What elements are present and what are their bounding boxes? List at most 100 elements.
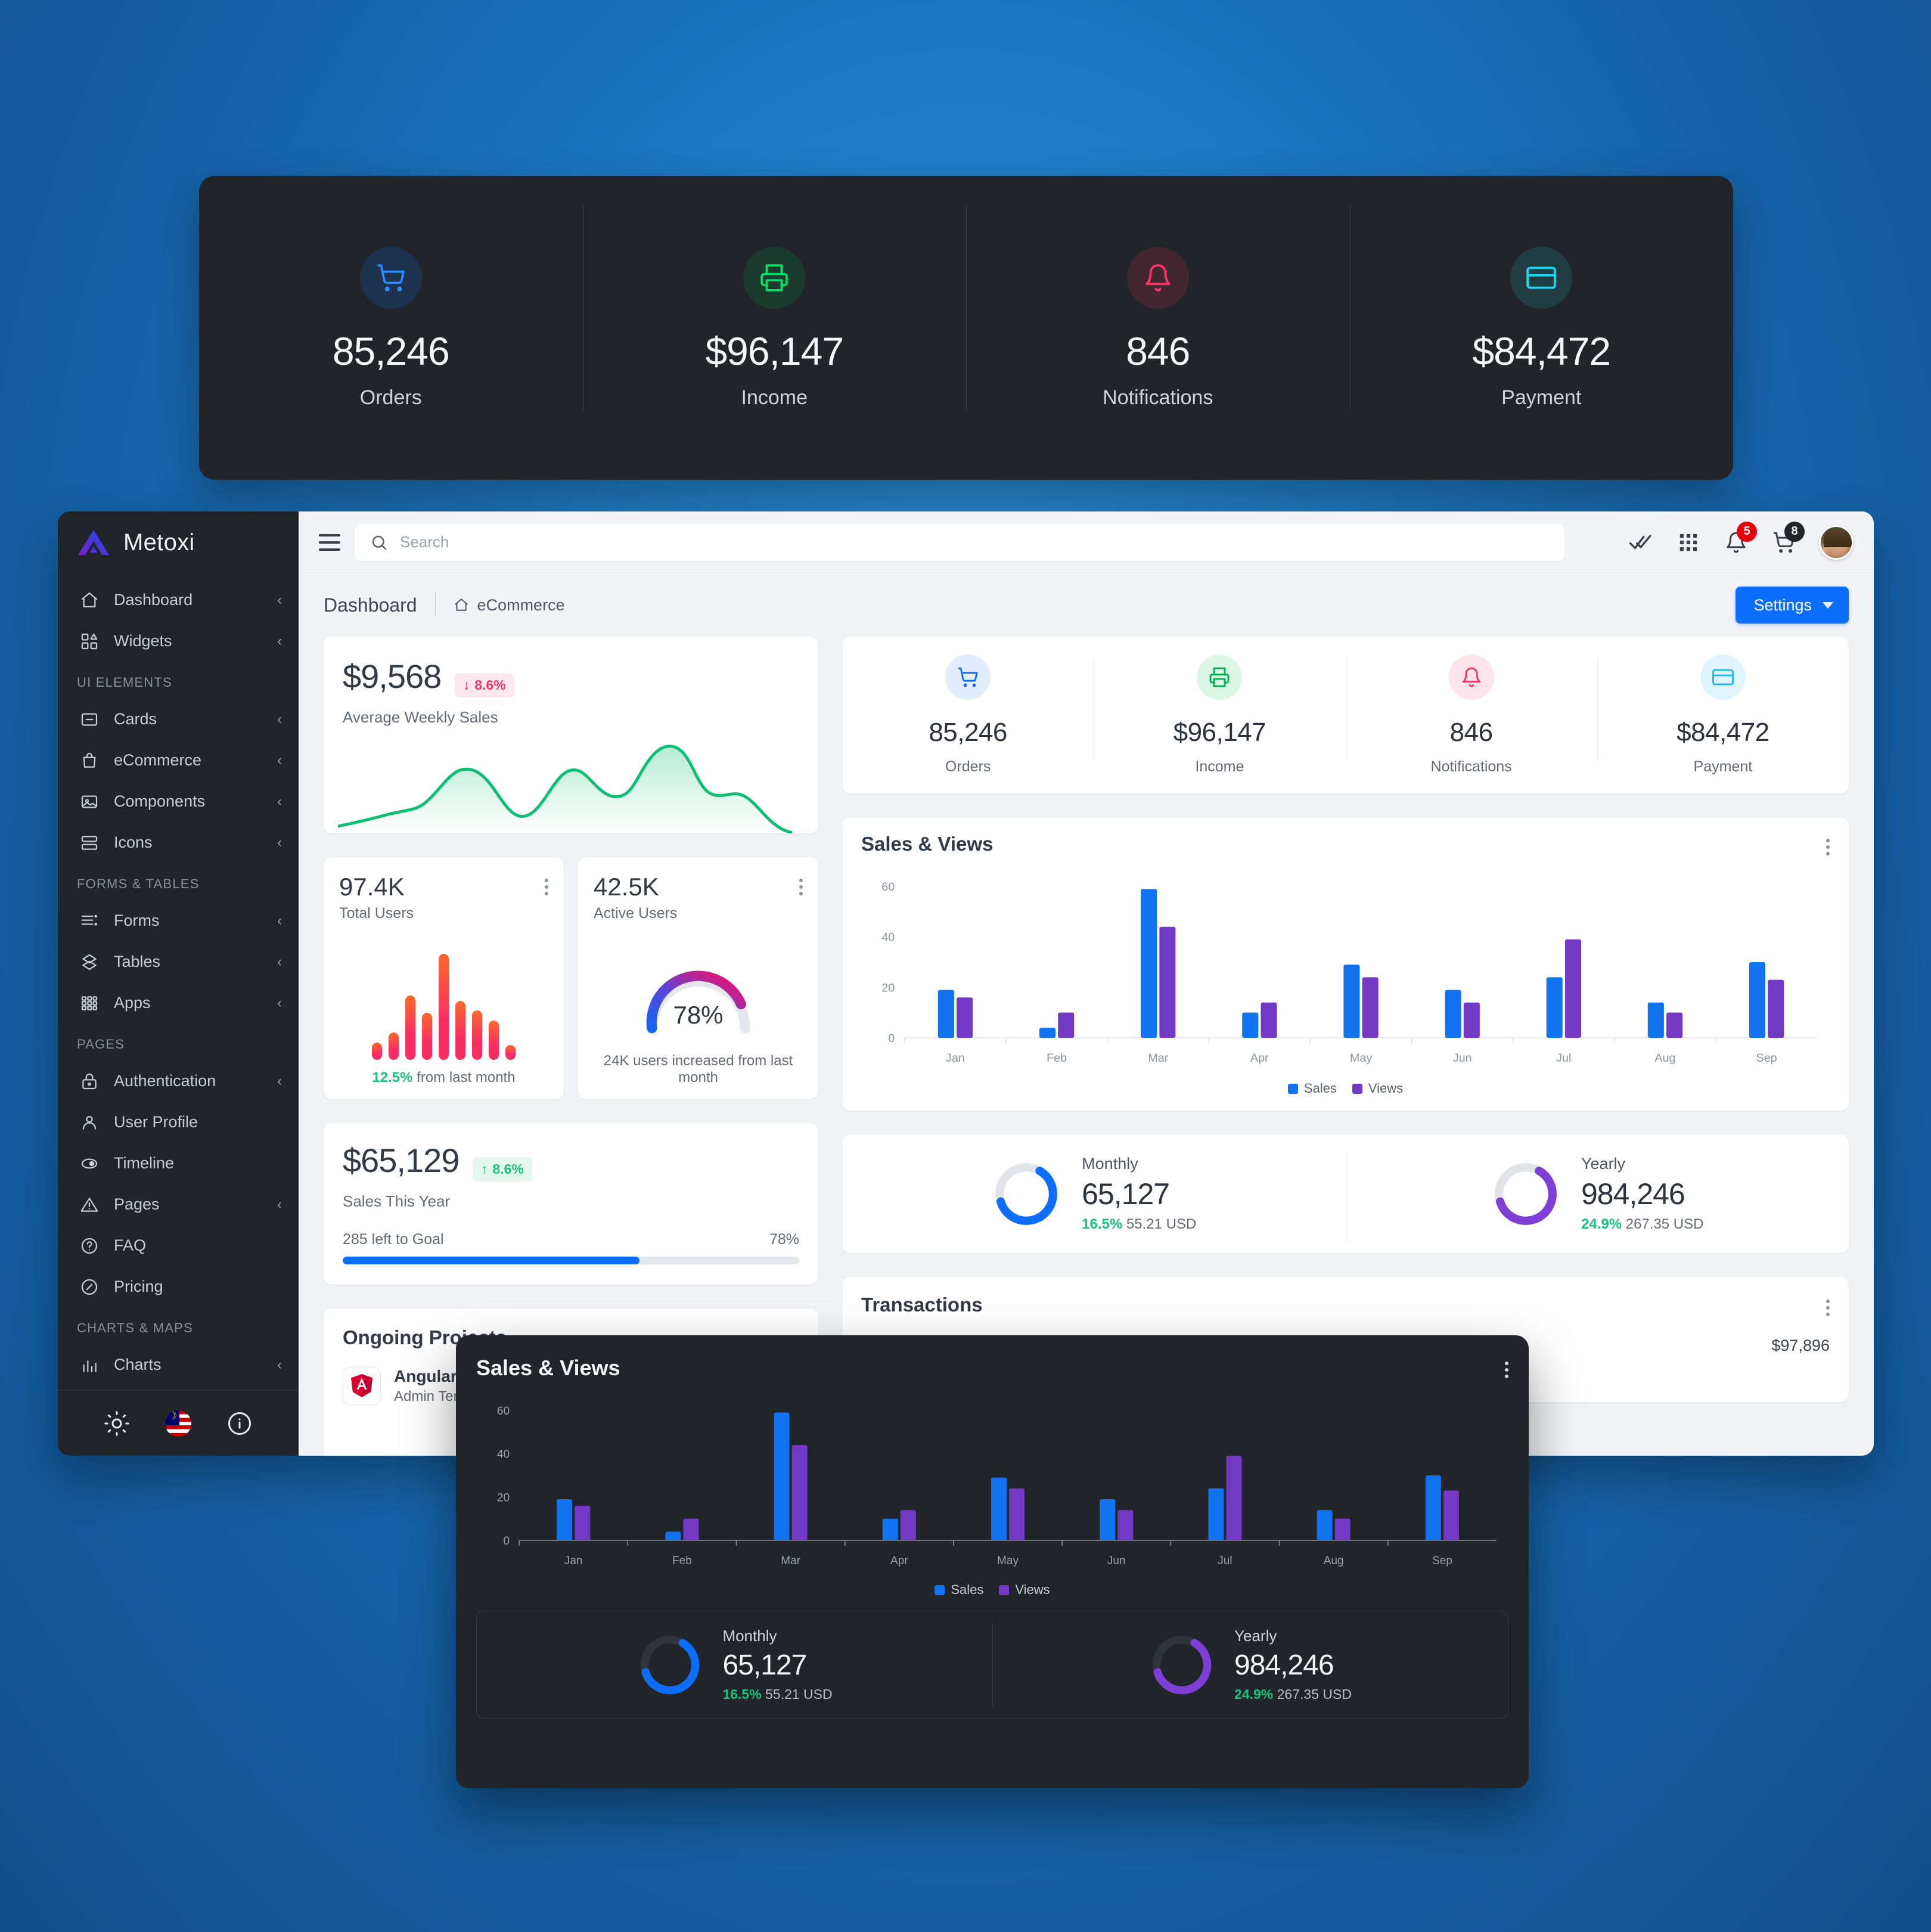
svg-text:Feb: Feb [672,1555,692,1567]
home-icon [78,589,101,612]
bag-icon [78,749,101,772]
printer-icon [1197,655,1243,700]
breadcrumb-divider [434,593,436,618]
breadcrumb-item-ecommerce[interactable]: eCommerce [454,596,565,615]
card-menu-icon[interactable] [1505,1356,1508,1378]
total-users-label: Total Users [339,905,414,922]
breadcrumb-label: eCommerce [477,596,565,614]
charts-icon [78,1354,101,1376]
monthly-donut-chart [641,1635,700,1694]
sidebar-item-authentication[interactable]: Authentication ‹ [58,1060,299,1102]
svg-text:Mar: Mar [781,1555,800,1567]
forms-icon [78,910,101,932]
sidebar-item-tables[interactable]: Tables ‹ [58,941,299,982]
goal-text: 285 left to Goal [343,1231,444,1248]
user-icon [78,1111,101,1134]
sidebar-item-pages[interactable]: Pages ‹ [58,1184,299,1225]
notifications-bell-icon[interactable]: 5 [1724,521,1757,555]
sidebar-item-pricing[interactable]: Pricing [58,1266,299,1307]
shopping-cart-icon [359,246,422,309]
stat-label: Income [1195,758,1244,775]
active-users-percent: 78% [673,1001,724,1029]
chevron-down-icon [1823,601,1833,609]
card-menu-icon[interactable] [1826,833,1830,855]
overlay-yearly-summary: Yearly 984,246 24.9% 267.35 USD [992,1623,1508,1707]
total-users-delta-text: from last month [417,1069,516,1086]
yearly-value: 984,246 [1581,1177,1685,1211]
sidebar-item-user-profile[interactable]: User Profile [58,1102,299,1143]
overlay-title: Sales & Views [476,1356,620,1380]
card-menu-icon[interactable] [545,873,548,895]
sidebar-item-timeline[interactable]: Timeline [58,1143,299,1184]
hamburger-icon[interactable] [319,534,340,551]
info-circle-icon[interactable] [226,1410,253,1437]
sidebar-item-charts[interactable]: Charts ‹ [58,1344,299,1385]
brand[interactable]: Metoxi [58,511,299,573]
legend-item-views[interactable]: Views [1352,1081,1403,1096]
legend-label: Views [1015,1582,1050,1597]
sidebar-item-components[interactable]: Components ‹ [58,781,299,822]
avg-weekly-label: Average Weekly Sales [343,708,498,727]
sales-views-card: Sales & Views 0 20 40 60 Jan Feb Mar Apr May Jun J… [842,817,1849,1111]
brightness-icon[interactable] [103,1410,131,1437]
brand-name: Metoxi [123,529,195,556]
avatar[interactable] [1819,525,1854,560]
top-stat-notifications: 846 Notifications [966,204,1350,421]
monthly-sub: 16.5% 55.21 USD [722,1686,833,1702]
search-input[interactable] [400,533,1549,551]
svg-text:Apr: Apr [1250,1052,1269,1065]
arrow-up-icon: ↑ [480,1161,488,1177]
sidebar-item-label: Pages [114,1195,160,1213]
sidebar-item-icons[interactable]: Icons ‹ [58,822,299,863]
bell-icon [1448,655,1494,700]
stat-value: 85,246 [332,328,450,373]
search-box[interactable] [355,523,1564,561]
sidebar-item-forms[interactable]: Forms ‹ [58,900,299,941]
settings-button[interactable]: Settings [1736,587,1849,624]
svg-text:40: 40 [881,931,895,944]
stat-value: $84,472 [1472,328,1611,373]
top-stat-income: $96,147 Income [582,204,967,421]
sidebar-item-faq[interactable]: FAQ [58,1225,299,1266]
grid-apps-icon[interactable] [1676,530,1701,555]
svg-text:Jul: Jul [1218,1555,1232,1567]
stat-label: Payment [1501,386,1582,409]
active-users-card: 42.5K Active Users 78% 24K users increas… [578,857,818,1099]
chevron-left-icon: ‹ [277,752,282,768]
flag-malaysia-icon[interactable] [164,1410,192,1437]
svg-text:20: 20 [881,982,895,995]
cart-icon[interactable]: 8 [1771,521,1805,555]
mini-bar [439,953,449,1060]
sidebar-item-ecommerce[interactable]: eCommerce ‹ [58,740,299,781]
sidebar-item-apps[interactable]: Apps ‹ [58,982,299,1024]
monthly-label: Monthly [722,1627,777,1645]
svg-text:40: 40 [497,1449,510,1461]
legend-item-sales[interactable]: Sales [935,1582,983,1598]
chevron-left-icon: ‹ [277,994,282,1011]
yearly-label: Yearly [1234,1627,1277,1645]
main-area: 5 8 Dashboard eCommerce Settings [299,511,1874,1456]
legend-label: Views [1368,1081,1404,1096]
card-menu-icon[interactable] [799,873,803,895]
legend-item-views[interactable]: Views [999,1582,1050,1598]
question-circle-icon [78,1235,101,1257]
legend-item-sales[interactable]: Sales [1287,1081,1337,1096]
stat-value: 846 [1449,718,1493,747]
double-check-icon[interactable] [1628,530,1653,555]
svg-text:Jan: Jan [564,1555,583,1567]
mini-bar [505,1045,516,1060]
svg-text:0: 0 [888,1032,895,1045]
sidebar-item-label: Pricing [114,1277,163,1295]
sidebar-item-cards[interactable]: Cards ‹ [58,699,299,740]
navbar-actions: 5 8 [1628,521,1854,560]
sidebar-item-widgets[interactable]: Widgets ‹ [58,621,299,662]
sales-views-title: Sales & Views [861,833,994,855]
sidebar-item-dashboard[interactable]: Dashboard ‹ [58,579,299,621]
monthly-sub: 16.5% 55.21 USD [1082,1216,1197,1232]
stat-notifications: 846 Notifications [1345,655,1597,776]
card-menu-icon[interactable] [1826,1294,1830,1316]
svg-text:Mar: Mar [1148,1052,1169,1065]
overlay-monthly-summary: Monthly 65,127 16.5% 55.21 USD [477,1627,992,1702]
warning-triangle-icon [78,1193,101,1216]
avg-weekly-value: $9,568 [343,658,442,695]
